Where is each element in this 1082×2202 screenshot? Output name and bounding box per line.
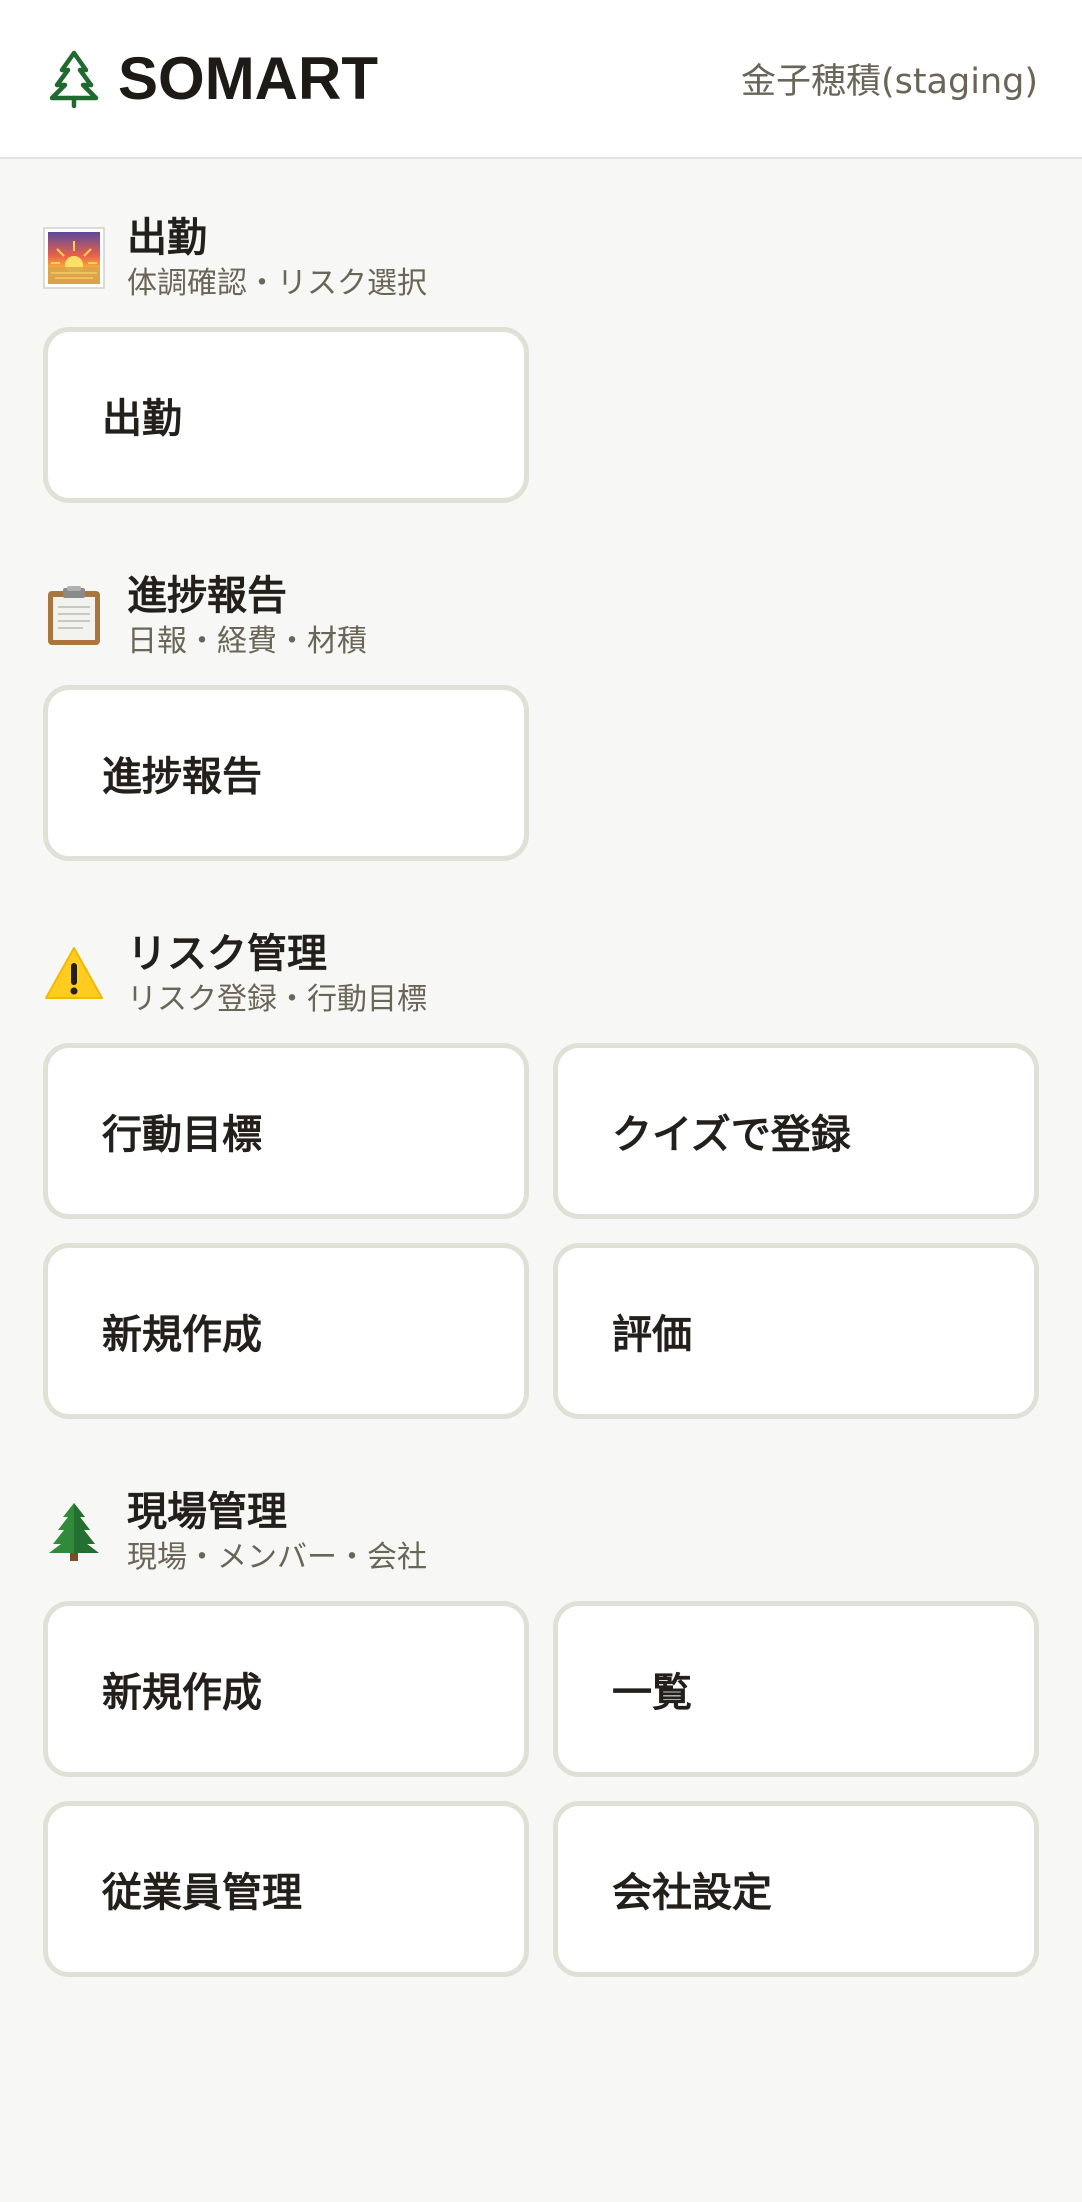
button-grid: 行動目標 クイズで登録 新規作成 評価	[43, 1043, 1039, 1419]
section-header: 進捗報告 日報・経費・材積	[43, 561, 1039, 671]
section-header: リスク管理 リスク登録・行動目標	[43, 919, 1039, 1029]
employee-management-button[interactable]: 従業員管理	[43, 1801, 529, 1977]
button-grid: 出勤	[43, 327, 1039, 503]
evaluation-button[interactable]: 評価	[553, 1243, 1039, 1419]
action-goals-button[interactable]: 行動目標	[43, 1043, 529, 1219]
section-subtitle: 現場・メンバー・会社	[127, 1540, 427, 1575]
risk-create-button[interactable]: 新規作成	[43, 1243, 529, 1419]
section-site-management: 現場管理 現場・メンバー・会社 新規作成 一覧 従業員管理 会社設定	[43, 1477, 1039, 1977]
section-title: 進捗報告	[127, 573, 287, 619]
section-title: 出勤	[127, 215, 207, 261]
section-subtitle: 体調確認・リスク選択	[127, 266, 427, 301]
section-header: 出勤 体調確認・リスク選択	[43, 203, 1039, 313]
section-attendance: 出勤 体調確認・リスク選択 出勤	[43, 203, 1039, 503]
section-risk-management: リスク管理 リスク登録・行動目標 行動目標 クイズで登録 新規作成 評価	[43, 919, 1039, 1419]
brand-name: SOMART	[118, 45, 378, 112]
site-create-button[interactable]: 新規作成	[43, 1601, 529, 1777]
company-settings-button[interactable]: 会社設定	[553, 1801, 1039, 1977]
section-subtitle: 日報・経費・材積	[127, 624, 367, 659]
quiz-register-button[interactable]: クイズで登録	[553, 1043, 1039, 1219]
user-name[interactable]: 金子穂積(staging)	[741, 53, 1038, 104]
app-header: SOMART 金子穂積(staging)	[0, 0, 1082, 159]
section-title: リスク管理	[127, 931, 327, 977]
section-subtitle: リスク登録・行動目標	[127, 982, 427, 1017]
progress-report-button[interactable]: 進捗報告	[43, 685, 529, 861]
clipboard-icon	[43, 585, 105, 647]
section-header: 現場管理 現場・メンバー・会社	[43, 1477, 1039, 1587]
section-progress-report: 進捗報告 日報・経費・材積 進捗報告	[43, 561, 1039, 861]
section-title: 現場管理	[127, 1489, 287, 1535]
sunrise-icon	[43, 227, 105, 289]
evergreen-tree-icon	[43, 1501, 105, 1563]
button-grid: 新規作成 一覧 従業員管理 会社設定	[43, 1601, 1039, 1977]
site-list-button[interactable]: 一覧	[553, 1601, 1039, 1777]
warning-icon	[43, 943, 105, 1005]
brand[interactable]: SOMART	[44, 44, 378, 113]
tree-logo-icon	[44, 49, 104, 109]
main-menu: 出勤 体調確認・リスク選択 出勤 進捗報告 日報・経費・材積 進捗報告 リスク管…	[0, 159, 1082, 1977]
attendance-button[interactable]: 出勤	[43, 327, 529, 503]
button-grid: 進捗報告	[43, 685, 1039, 861]
